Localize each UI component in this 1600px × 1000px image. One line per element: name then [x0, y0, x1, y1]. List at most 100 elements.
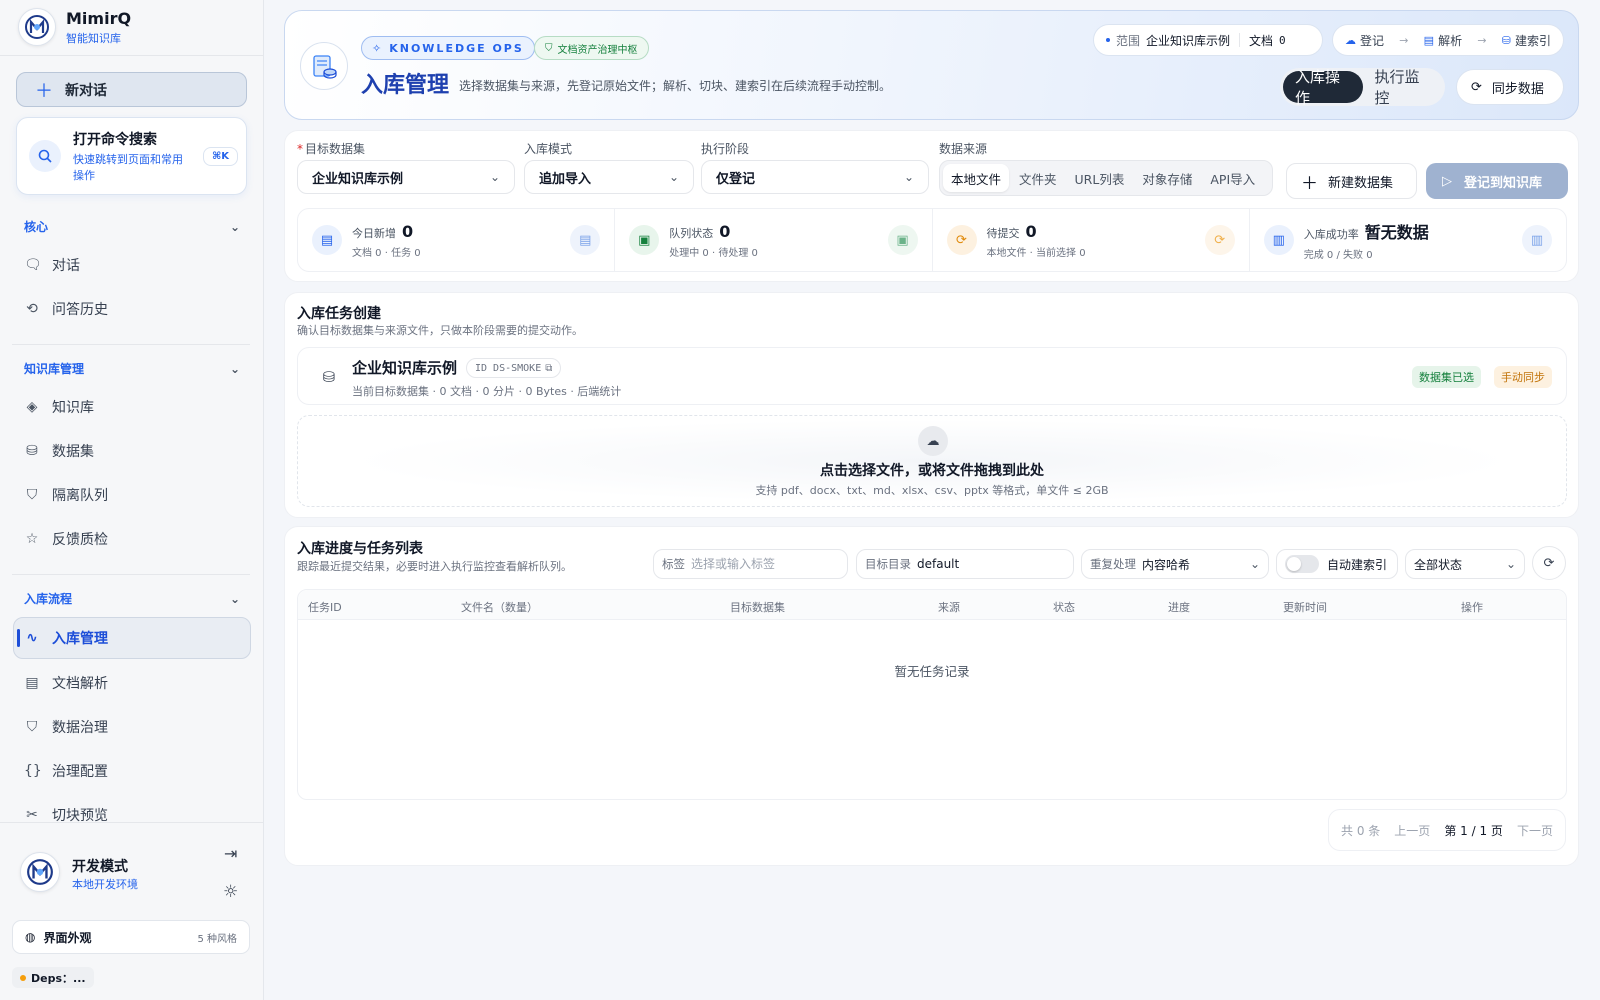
select-value: 追加导入 — [539, 171, 592, 187]
new-dataset-button[interactable]: ＋ 新建数据集 — [1286, 163, 1417, 199]
button-label: 新建数据集 — [1328, 175, 1394, 191]
dataset-meta: 当前目标数据集 · 0 文档 · 0 分片 · 0 Bytes · 后端统计 — [352, 385, 622, 398]
sync-data-button[interactable]: ⟳ 同步数据 — [1456, 69, 1564, 105]
pagination: 共 0 条 上一页 第 1 / 1 页 下一页 — [1328, 809, 1566, 851]
dev-mode-subtitle: 本地开发环境 — [72, 878, 138, 891]
column-header: 来源 — [938, 601, 960, 614]
task-table: 任务ID 文件名（数量） 目标数据集 来源 状态 进度 更新时间 操作 暂无任务… — [297, 589, 1567, 800]
status-dot — [20, 974, 26, 981]
stat-label: 待提交 — [986, 226, 1020, 240]
refresh-icon: ⟳ — [946, 225, 977, 255]
logout-icon[interactable]: ⇥ — [224, 844, 237, 863]
dedupe-select[interactable]: 重复处理 内容哈希 ⌄ — [1081, 549, 1269, 579]
stat-value: 0 — [1025, 221, 1037, 241]
dataset-id: ID DS-SMOKE — [475, 362, 542, 374]
sidebar-item-governance[interactable]: ⛉ 数据治理 — [24, 713, 252, 741]
step-index[interactable]: ⛁ 建索引 — [1502, 32, 1551, 49]
input-label: 重复处理 — [1090, 557, 1136, 571]
step-parse[interactable]: ▤ 解析 — [1424, 32, 1462, 49]
deps-label: Deps：... — [31, 971, 86, 985]
chat-bubble-icon: 🗨 — [24, 257, 42, 273]
column-header: 操作 — [1461, 601, 1483, 614]
input-value: default — [917, 557, 960, 571]
status-filter-select[interactable]: 全部状态 ⌄ — [1405, 549, 1525, 579]
command-search-button[interactable]: 打开命令搜索 快速跳转到页面和常用操作 ⌘K — [16, 117, 247, 195]
badge-label: KNOWLEDGE OPS — [389, 41, 524, 55]
tag-input[interactable]: 标签 — [653, 549, 848, 579]
dataset-select[interactable]: 企业知识库示例 ⌄ — [297, 160, 515, 194]
sidebar-item-ingest-management[interactable]: ∿ 入库管理 — [24, 624, 252, 652]
column-header: 任务ID — [308, 601, 342, 614]
register-to-kb-button[interactable]: ▷ 登记到知识库 — [1426, 163, 1568, 199]
source-tabs: 本地文件 文件夹 URL列表 对象存储 API导入 — [939, 160, 1273, 196]
total-count: 共 0 条 — [1341, 823, 1381, 838]
file-dropzone[interactable]: ☁ 点击选择文件，或将文件拖拽到此处 支持 pdf、docx、txt、md、xl… — [297, 415, 1567, 507]
chevron-down-icon: ⌄ — [229, 219, 240, 234]
stat-label: 今日新增 — [352, 226, 396, 240]
tab-exec-monitor[interactable]: 执行监控 — [1363, 68, 1443, 107]
stat-label: 入库成功率 — [1303, 228, 1359, 241]
nav-section-core[interactable]: 核心 ⌄ — [24, 218, 240, 235]
nav-section-kb[interactable]: 知识库管理 ⌄ — [24, 360, 240, 377]
appearance-label: 界面外观 — [43, 930, 92, 945]
table-header: 任务ID 文件名（数量） 目标数据集 来源 状态 进度 更新时间 操作 — [298, 590, 1566, 620]
brand[interactable]: MimirQ 智能知识库 — [18, 8, 131, 46]
mode-select[interactable]: 追加导入 ⌄ — [524, 160, 694, 194]
nav-section-ingest[interactable]: 入库流程 ⌄ — [24, 590, 240, 607]
bar-chart-icon: ▥ — [1263, 225, 1294, 255]
sidebar-item-quarantine[interactable]: ⛉ 隔离队列 — [24, 481, 252, 509]
label-text: 目标数据集 — [305, 142, 366, 156]
sidebar-item-governance-config[interactable]: {} 治理配置 — [24, 757, 252, 785]
tab-object-storage[interactable]: 对象存储 — [1134, 164, 1200, 192]
sidebar-item-feedback[interactable]: ☆ 反馈质检 — [24, 525, 252, 553]
create-section-subtitle: 确认目标数据集与来源文件，只做本阶段需要的提交动作。 — [297, 324, 583, 337]
dataset-id-badge[interactable]: ID DS-SMOKE ⧉ — [466, 358, 562, 378]
badge-label: 文档资产治理中枢 — [557, 44, 638, 56]
mode-tabs: 入库操作 执行监控 — [1280, 68, 1445, 107]
shield-icon: ⛉ — [26, 487, 38, 503]
sidebar-item-knowledge-base[interactable]: ◈ 知识库 — [24, 393, 252, 421]
next-page-button[interactable]: 下一页 — [1517, 822, 1553, 839]
tab-url-list[interactable]: URL列表 — [1067, 164, 1133, 192]
tag-input-field[interactable] — [691, 557, 831, 571]
dataset-name: 企业知识库示例 — [352, 359, 458, 377]
auto-index-toggle[interactable] — [1285, 555, 1319, 573]
column-header: 文件名（数量） — [461, 601, 538, 614]
divider — [1239, 33, 1241, 47]
target-dir-input[interactable]: 目标目录 default — [856, 549, 1074, 579]
stage-select[interactable]: 仅登记 ⌄ — [701, 160, 929, 194]
sidebar-item-chat[interactable]: 🗨 对话 — [24, 251, 252, 279]
bar-chart-icon: ▥ — [1522, 225, 1552, 255]
sun-icon[interactable]: ☼ — [223, 882, 238, 902]
file-plus-icon: ▤ — [312, 225, 342, 255]
active-indicator — [17, 629, 20, 647]
stat-queue: ▣ 队列状态 0 处理中 0 · 待处理 0 ▣ — [615, 209, 933, 271]
copy-icon[interactable]: ⧉ — [545, 363, 552, 374]
star-icon: ☆ — [25, 531, 39, 547]
new-chat-button[interactable]: ＋ 新对话 — [16, 72, 247, 107]
tab-api-import[interactable]: API导入 — [1202, 164, 1263, 192]
selected-dataset-card: ⛁ 企业知识库示例 ID DS-SMOKE ⧉ 当前目标数据集 · 0 文档 ·… — [297, 347, 1567, 405]
refresh-button[interactable]: ⟳ — [1532, 546, 1566, 580]
sidebar-item-label: 隔离队列 — [52, 488, 108, 504]
sidebar-item-datasets[interactable]: ⛁ 数据集 — [24, 437, 252, 465]
stat-today-new: ▤ 今日新增 0 文档 0 · 任务 0 ▤ — [298, 209, 616, 271]
source-field-label: 数据来源 — [939, 142, 988, 156]
sparkle-icon: ✧ — [372, 41, 384, 55]
avatar[interactable] — [20, 852, 60, 892]
tab-ingest-ops[interactable]: 入库操作 — [1283, 68, 1363, 107]
input-label: 标签 — [662, 557, 685, 571]
deps-status-badge[interactable]: Deps：... — [12, 967, 94, 988]
prev-page-button[interactable]: 上一页 — [1394, 822, 1430, 839]
tab-local-file[interactable]: 本地文件 — [943, 164, 1010, 192]
brand-title: MimirQ — [66, 8, 132, 28]
sidebar-item-doc-parse[interactable]: ▤ 文档解析 — [24, 669, 252, 697]
database-icon: ⛁ — [322, 368, 336, 386]
stat-value: 0 — [402, 221, 414, 241]
file-icon: ▤ — [1423, 33, 1435, 47]
tab-folder[interactable]: 文件夹 — [1011, 164, 1065, 192]
step-register[interactable]: ☁ 登记 — [1345, 32, 1384, 49]
appearance-button[interactable]: ◍ 界面外观 5 种风格 — [12, 920, 250, 954]
brand-subtitle: 智能知识库 — [66, 31, 121, 45]
sidebar-item-history[interactable]: ⟲ 问答历史 — [24, 295, 252, 323]
